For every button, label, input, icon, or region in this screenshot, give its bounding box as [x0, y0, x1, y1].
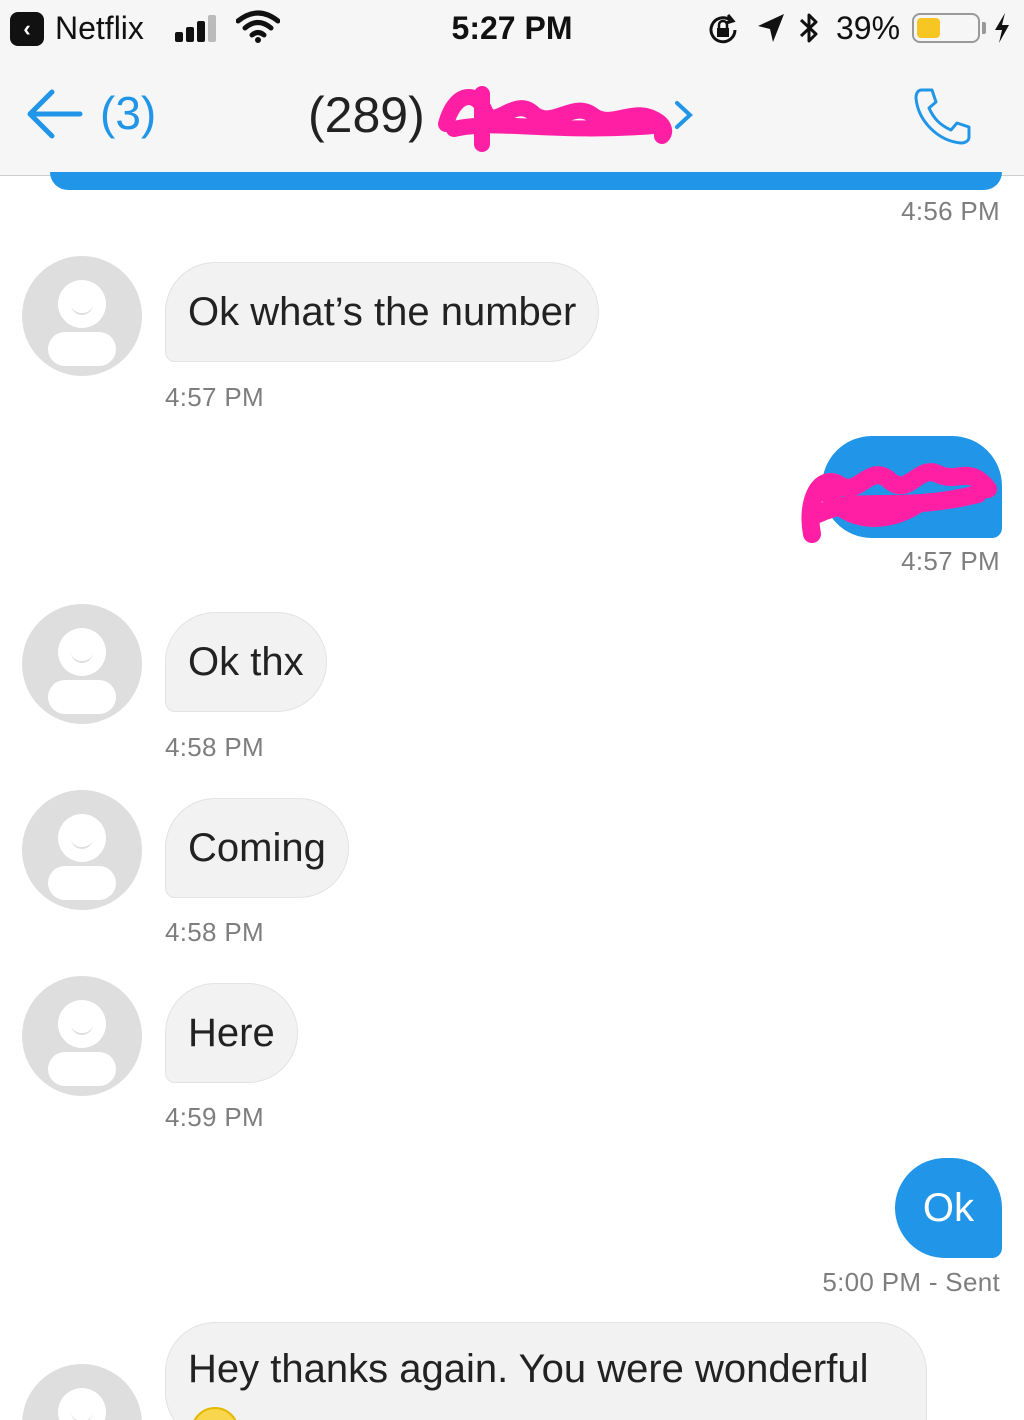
- contact-avatar[interactable]: [22, 1364, 142, 1420]
- incoming-message-bubble[interactable]: Hey thanks again. You were wonderful: [165, 1322, 927, 1420]
- unread-count[interactable]: (3): [100, 86, 156, 140]
- contact-number-title[interactable]: (289): [308, 86, 425, 144]
- outgoing-message-bubble[interactable]: Ok: [894, 1158, 1002, 1258]
- message-timestamp: 4:57 PM: [165, 382, 264, 412]
- message-list[interactable]: 4:56 PM Ok what’s the number 4:57 PM 4:5…: [0, 176, 1024, 1420]
- phone-icon[interactable]: [912, 86, 974, 146]
- message-status-timestamp: 5:00 PM - Sent: [822, 1267, 1000, 1297]
- contact-avatar[interactable]: [22, 976, 142, 1096]
- battery-cap: [982, 22, 986, 34]
- incoming-message-bubble[interactable]: Coming: [165, 798, 349, 898]
- message-timestamp: 4:58 PM: [165, 732, 264, 762]
- conversation-header: (3) (289): [0, 56, 1024, 176]
- contact-avatar[interactable]: [22, 790, 142, 910]
- message-text: Hey thanks again. You were wonderful: [188, 1347, 869, 1391]
- back-arrow-icon[interactable]: [24, 86, 84, 142]
- chevron-right-icon[interactable]: [672, 98, 696, 132]
- battery-icon: [912, 13, 980, 43]
- charging-bolt-icon: [995, 13, 1009, 43]
- rotation-lock-icon: [709, 14, 737, 44]
- message-timestamp: 4:57 PM: [901, 546, 1000, 576]
- contact-avatar[interactable]: [22, 256, 142, 376]
- contact-avatar[interactable]: [22, 604, 142, 724]
- message-timestamp: 4:58 PM: [165, 917, 264, 947]
- incoming-message-bubble[interactable]: Here: [165, 983, 298, 1083]
- redaction-scribble: [438, 86, 673, 152]
- battery-level-fill: [917, 18, 940, 38]
- message-timestamp: 4:56 PM: [901, 196, 1000, 226]
- bluetooth-icon: [799, 13, 818, 43]
- incoming-message-bubble[interactable]: Ok what’s the number: [165, 262, 600, 362]
- smiley-emoji-icon: [191, 1407, 239, 1420]
- redaction-scribble: [801, 463, 997, 543]
- location-icon: [758, 14, 784, 42]
- incoming-message-bubble[interactable]: Ok thx: [165, 612, 327, 712]
- message-timestamp: 4:59 PM: [165, 1102, 264, 1132]
- battery-percent: 39%: [836, 10, 901, 46]
- status-bar: ‹ Netflix 5:27 PM 39%: [0, 0, 1024, 56]
